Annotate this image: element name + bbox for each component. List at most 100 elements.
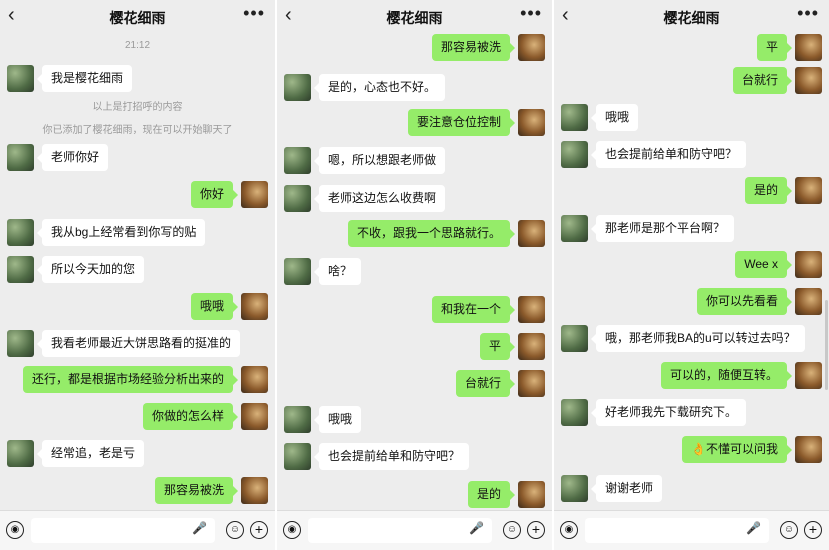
avatar[interactable]	[518, 481, 545, 508]
incoming-message: 那老师是那个平台啊？	[554, 215, 829, 243]
message-bubble[interactable]: 是的	[467, 481, 516, 508]
avatar[interactable]	[284, 147, 311, 174]
message-bubble[interactable]: 好老师我先下载研究下。	[590, 399, 747, 426]
avatar[interactable]	[795, 34, 822, 61]
message-bubble[interactable]: 台就行	[732, 67, 793, 94]
avatar[interactable]	[284, 74, 311, 101]
message-bubble[interactable]: 哦哦	[313, 406, 362, 433]
avatar[interactable]	[241, 181, 268, 208]
message-bubble[interactable]: 我看老师最近大饼思路看的挺准的	[36, 330, 241, 357]
message-bubble[interactable]: 也会提前给单和防守吧？	[313, 443, 470, 470]
message-bubble[interactable]: 老师这边怎么收费啊	[313, 185, 446, 212]
avatar[interactable]	[7, 330, 34, 357]
message-bubble[interactable]: 台就行	[455, 370, 516, 397]
message-bubble[interactable]: 和我在一个	[431, 296, 516, 323]
avatar[interactable]	[7, 144, 34, 171]
voice-icon[interactable]: ◉	[283, 521, 301, 539]
avatar[interactable]	[284, 258, 311, 285]
title-bar: ‹ 樱花细雨 •••	[277, 0, 552, 34]
plus-icon[interactable]: +	[804, 521, 822, 539]
message-bubble[interactable]: 那容易被洗	[154, 477, 239, 504]
more-options-icon[interactable]: •••	[797, 3, 819, 24]
emoji-icon[interactable]: ☺	[780, 521, 798, 539]
message-bubble[interactable]: 哦哦	[190, 293, 239, 320]
avatar[interactable]	[518, 34, 545, 61]
plus-icon[interactable]: +	[527, 521, 545, 539]
avatar[interactable]	[561, 475, 588, 502]
voice-icon[interactable]: ◉	[560, 521, 578, 539]
message-bubble[interactable]: 是的	[744, 177, 793, 204]
system-message: 你已添加了樱花细雨，现在可以开始聊天了	[42, 125, 233, 136]
voice-icon[interactable]: ◉	[6, 521, 24, 539]
avatar[interactable]	[518, 370, 545, 397]
message-bubble[interactable]: 啥？	[313, 258, 362, 285]
avatar[interactable]	[561, 215, 588, 242]
outgoing-message: 平	[277, 333, 552, 361]
avatar[interactable]	[518, 296, 545, 323]
avatar[interactable]	[518, 220, 545, 247]
emoji-icon[interactable]: ☺	[226, 521, 244, 539]
avatar[interactable]	[241, 403, 268, 430]
avatar[interactable]	[561, 325, 588, 352]
more-options-icon[interactable]: •••	[243, 3, 265, 24]
message-bubble[interactable]: 👌不懂可以问我	[682, 436, 792, 463]
avatar[interactable]	[284, 406, 311, 433]
message-bubble[interactable]: 经常追，老是亏	[36, 440, 145, 467]
mic-icon[interactable]: 🎤	[746, 521, 761, 535]
more-options-icon[interactable]: •••	[520, 3, 542, 24]
avatar[interactable]	[7, 65, 34, 92]
message-bubble[interactable]: 老师你好	[36, 144, 109, 171]
message-bubble[interactable]: 你好	[190, 181, 239, 208]
mic-icon[interactable]: 🎤	[192, 521, 207, 535]
message-bubble[interactable]: 哦哦	[590, 104, 639, 131]
avatar[interactable]	[795, 251, 822, 278]
avatar[interactable]	[795, 67, 822, 94]
outgoing-message: 是的	[277, 481, 552, 509]
message-bubble[interactable]: 你做的怎么样	[142, 403, 239, 430]
avatar[interactable]	[518, 109, 545, 136]
message-bubble[interactable]: 也会提前给单和防守吧？	[590, 141, 747, 168]
message-input[interactable]	[585, 518, 769, 543]
message-bubble[interactable]: 那容易被洗	[431, 34, 516, 61]
mic-icon[interactable]: 🎤	[469, 521, 484, 535]
title-bar: ‹ 樱花细雨 •••	[554, 0, 829, 34]
avatar[interactable]	[284, 443, 311, 470]
message-bubble[interactable]: 不收，跟我一个思路就行。	[347, 220, 516, 247]
message-bubble[interactable]: 平	[756, 34, 793, 61]
avatar[interactable]	[561, 141, 588, 168]
avatar[interactable]	[795, 288, 822, 315]
message-bubble[interactable]: 是的，心态也不好。	[313, 74, 446, 101]
message-input[interactable]	[308, 518, 492, 543]
avatar[interactable]	[7, 219, 34, 246]
message-bubble[interactable]: 我从bg上经常看到你写的贴	[36, 219, 206, 246]
message-bubble[interactable]: 那老师是那个平台啊？	[590, 215, 735, 242]
avatar[interactable]	[284, 185, 311, 212]
avatar[interactable]	[241, 477, 268, 504]
message-bubble[interactable]: 哦，那老师我BA的u可以转过去吗？	[591, 325, 805, 352]
message-bubble[interactable]: 要注意仓位控制	[407, 109, 516, 136]
avatar[interactable]	[561, 104, 588, 131]
scrollbar[interactable]	[825, 300, 828, 390]
avatar[interactable]	[7, 256, 34, 283]
avatar[interactable]	[241, 293, 268, 320]
avatar[interactable]	[795, 177, 822, 204]
message-bubble[interactable]: 所以今天加的您	[36, 256, 145, 283]
message-bubble[interactable]: 嗯，所以想跟老师做	[313, 147, 446, 174]
avatar[interactable]	[795, 436, 822, 463]
emoji-icon[interactable]: ☺	[503, 521, 521, 539]
avatar[interactable]	[241, 366, 268, 393]
message-bubble[interactable]: 谢谢老师	[590, 475, 663, 502]
plus-icon[interactable]: +	[250, 521, 268, 539]
message-bubble[interactable]: 你可以先看看	[696, 288, 793, 315]
message-bubble[interactable]: 还行，都是根据市场经验分析出来的	[22, 366, 239, 393]
outgoing-message: 台就行	[277, 370, 552, 398]
avatar[interactable]	[7, 440, 34, 467]
message-bubble[interactable]: Wee x	[735, 251, 792, 278]
message-bubble[interactable]: 我是樱花细雨	[36, 65, 133, 92]
message-bubble[interactable]: 可以的，随便互转。	[660, 362, 793, 389]
avatar[interactable]	[561, 399, 588, 426]
avatar[interactable]	[795, 362, 822, 389]
message-bubble[interactable]: 平	[479, 333, 516, 360]
message-input[interactable]	[31, 518, 215, 543]
avatar[interactable]	[518, 333, 545, 360]
